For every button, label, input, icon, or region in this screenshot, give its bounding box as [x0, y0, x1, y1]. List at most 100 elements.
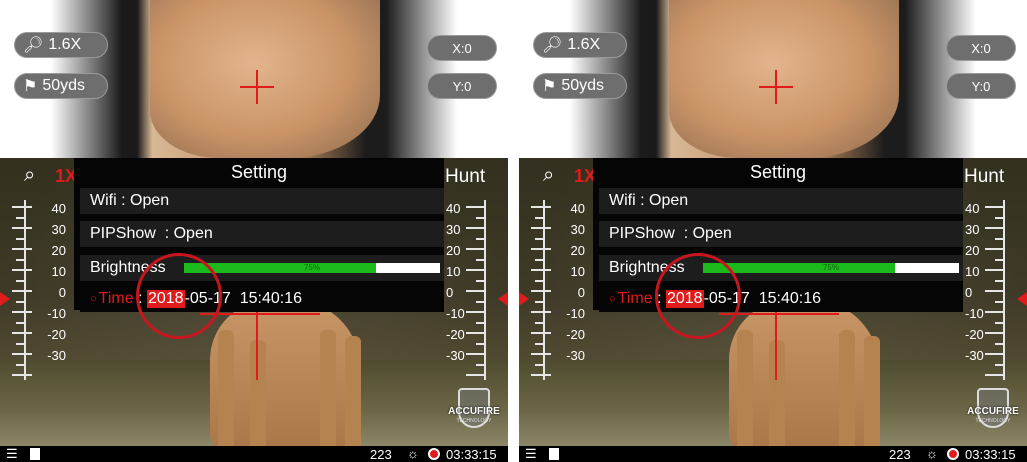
deer-leg	[839, 330, 855, 450]
ruler-tick	[12, 248, 32, 250]
ruler-label: -20	[965, 327, 984, 342]
separator: :	[116, 192, 130, 209]
pip-x-offset[interactable]: X:0	[946, 35, 1016, 61]
deer-leg	[864, 336, 880, 456]
ruler-label: -30	[446, 348, 465, 363]
logo-sub: TECHNOLOGY	[456, 418, 492, 424]
pip-zoom-pill[interactable]: 🔎︎ 1.6X	[14, 32, 108, 58]
pip-zoom-value: 1.6X	[567, 36, 601, 53]
menu-item-brightness[interactable]: Brightness 75%	[599, 255, 963, 281]
mode-label: Hunt	[445, 166, 486, 187]
ruler-label: 20	[446, 243, 461, 258]
clock: 03:33:15	[446, 447, 497, 462]
ruler-label: 30	[965, 222, 980, 237]
record-icon	[947, 448, 959, 460]
pip-distance-pill[interactable]: ⚑ 50yds	[533, 73, 627, 99]
time-label: Time	[617, 290, 653, 307]
pip-zoom-pill[interactable]: 🔎︎ 1.6X	[533, 32, 627, 58]
accufire-logo: ACCUFIRE TECHNOLOGY	[444, 388, 504, 440]
ruler-tick	[476, 279, 486, 282]
ruler-tick	[16, 300, 26, 303]
menu-item-brightness[interactable]: Brightness 75%	[80, 255, 444, 281]
ruler-label: 10	[51, 264, 66, 279]
ruler-label: 30	[570, 222, 585, 237]
menu-item-pipshow[interactable]: PIPShow : Open	[599, 221, 963, 247]
pipshow-value: Open	[173, 225, 213, 242]
ruler-tick	[12, 269, 32, 271]
ruler-label: 0	[965, 285, 973, 300]
ruler-tick	[535, 342, 545, 345]
menu-item-time[interactable]: ○ Time : 2018 -05-17 15:40:16	[599, 286, 963, 312]
pip-window: 🔎︎ 1.6X ⚑ 50yds X:0 Y:0	[519, 0, 1027, 158]
deer-leg	[769, 340, 785, 460]
brightness-slider[interactable]: 75%	[184, 263, 440, 273]
ruler-tick	[531, 374, 551, 376]
pip-x-offset[interactable]: X:0	[427, 35, 497, 61]
ruler-tick	[995, 300, 1005, 303]
sd-card-icon	[549, 448, 559, 460]
menu-item-time[interactable]: ○ Time : 2018 -05-17 15:40:16	[80, 286, 444, 312]
accufire-logo: ACCUFIRE TECHNOLOGY	[963, 388, 1023, 440]
pip-deer	[669, 0, 899, 158]
flag-icon: ⚑	[23, 78, 38, 95]
mode-label: Hunt	[964, 166, 1005, 187]
ruler-label: -10	[446, 306, 465, 321]
wifi-icon: ☰	[6, 446, 18, 461]
brightness-percent: 75%	[303, 263, 320, 272]
ruler-tick	[531, 269, 551, 271]
ruler-tick	[16, 321, 26, 324]
ruler-tick	[995, 258, 1005, 261]
reticle-vertical	[775, 300, 777, 380]
ruler-label: -30	[47, 348, 66, 363]
pip-window: 🔎︎ 1.6X ⚑ 50yds X:0 Y:0	[0, 0, 508, 158]
menu-item-wifi[interactable]: Wifi : Open	[599, 188, 963, 214]
search-icon: 🔎︎	[23, 37, 44, 54]
selected-dot-icon: ○	[609, 293, 616, 305]
pip-crosshair-v	[256, 70, 258, 104]
ruler-tick	[476, 216, 486, 219]
ruler-tick	[12, 290, 32, 292]
ruler-tick	[531, 353, 551, 355]
pipshow-value: Open	[692, 225, 732, 242]
right-level-arrow	[498, 292, 508, 306]
pip-deer	[150, 0, 380, 158]
ruler-tick	[531, 332, 551, 334]
ruler-tick	[531, 206, 551, 208]
left-scale-ruler: 40 30 20 10 0 -10 -20 -30	[12, 200, 72, 380]
ruler-label: 40	[965, 201, 980, 216]
ruler-tick	[995, 237, 1005, 240]
ruler-tick	[476, 321, 486, 324]
left-scale-ruler: 40 30 20 10 0 -10 -20 -30	[531, 200, 591, 380]
status-bar: ☰ 223 ☼ 03:33:15	[0, 446, 508, 462]
pip-y-offset[interactable]: Y:0	[427, 73, 497, 99]
ruler-tick	[531, 248, 551, 250]
brightness-slider[interactable]: 75%	[703, 263, 959, 273]
ruler-tick	[12, 311, 32, 313]
wifi-icon: ☰	[525, 446, 537, 461]
deer-leg	[250, 340, 266, 460]
highlight-circle	[655, 253, 741, 339]
menu-item-wifi[interactable]: Wifi : Open	[80, 188, 444, 214]
ruler-label: 0	[577, 285, 585, 300]
pip-crosshair-v	[775, 70, 777, 104]
logo-brand: ACCUFIRE	[448, 406, 500, 417]
brightness-percent: 75%	[822, 263, 839, 272]
status-bar: ☰ 223 ☼ 03:33:15	[519, 446, 1027, 462]
ruler-label: 10	[965, 264, 980, 279]
ruler-tick	[535, 300, 545, 303]
ruler-label: 40	[51, 201, 66, 216]
ruler-tick	[12, 353, 32, 355]
ruler-tick	[476, 342, 486, 345]
settings-menu: Setting Wifi : Open PIPShow : Open Brigh…	[593, 158, 963, 312]
scope-screen-right: 🔎︎ 1.6X ⚑ 50yds X:0 Y:0 ⌕ 1X Hunt 40 30 20…	[519, 0, 1027, 462]
ruler-tick	[16, 216, 26, 219]
menu-title: Setting	[230, 162, 288, 182]
pip-distance-pill[interactable]: ⚑ 50yds	[14, 73, 108, 99]
menu-item-pipshow[interactable]: PIPShow : Open	[80, 221, 444, 247]
right-scale-ruler: 40 30 20 10 0 -10 -20 -30	[436, 200, 496, 380]
menu-title: Setting	[749, 162, 807, 182]
pip-y-offset[interactable]: Y:0	[946, 73, 1016, 99]
pip-distance-value: 50yds	[42, 77, 86, 94]
clock: 03:33:15	[965, 447, 1016, 462]
ruler-label: 10	[570, 264, 585, 279]
